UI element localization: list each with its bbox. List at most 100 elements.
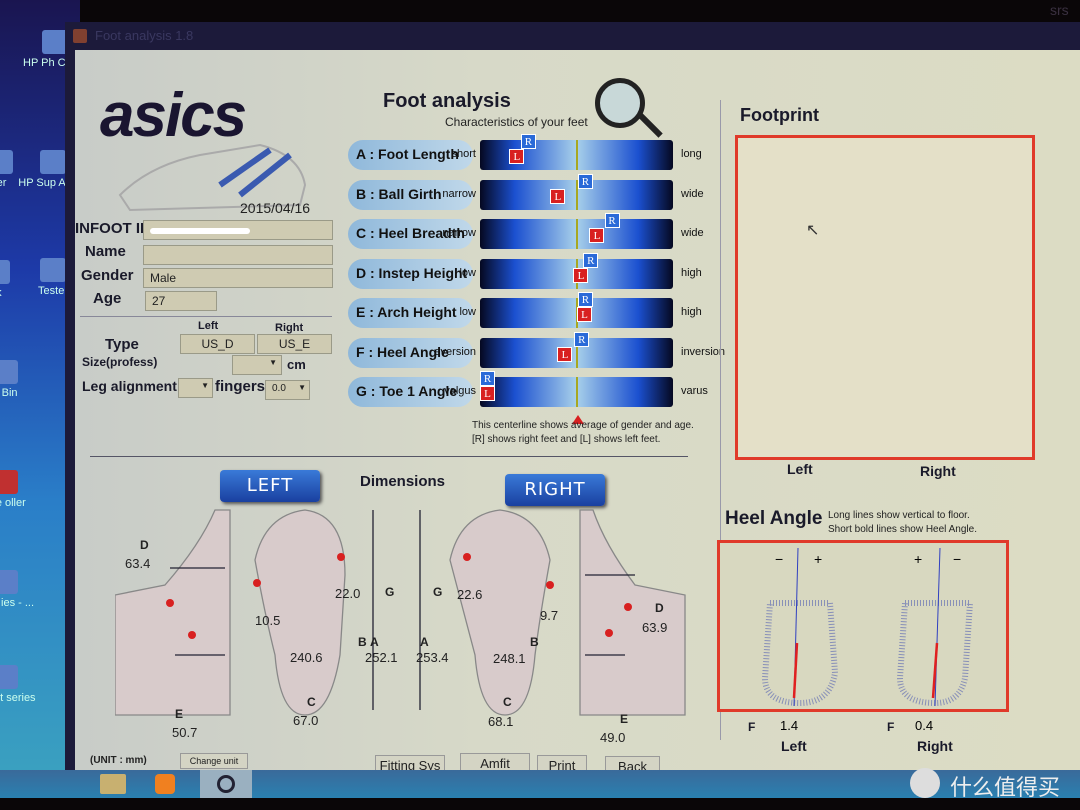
low-label: low [459, 306, 476, 318]
mouse-cursor-icon: ↖ [806, 222, 820, 239]
left-d-letter: D [140, 538, 149, 552]
right-f-label: F [887, 720, 895, 734]
right-foot-sole-outline [449, 509, 551, 716]
left-column-label: Left [198, 320, 219, 332]
heel-note-2: Short bold lines show Heel Angle. [828, 524, 977, 535]
right-d-value: 63.9 [642, 620, 668, 635]
desktop-icon-deskjet[interactable]: eskjet series [0, 665, 40, 705]
left-c-letter: C [307, 695, 316, 709]
left-foot-marker: L [589, 228, 605, 243]
divider [80, 316, 332, 317]
left-foot-marker: L [577, 307, 593, 322]
file-explorer-taskbar-icon[interactable] [100, 774, 126, 794]
left-foot-marker: L [573, 267, 589, 283]
right-toe5-value: 9.7 [540, 608, 559, 623]
magnifier-icon [217, 775, 235, 793]
average-centerline [576, 140, 578, 170]
analysis-row: F : Heel Angle eversion R L inversion [348, 331, 725, 372]
right-d-letter: D [655, 601, 664, 615]
scale-bar: R L [480, 213, 673, 249]
age-field[interactable]: 27 [145, 291, 217, 311]
low-label: narrow [442, 227, 476, 239]
left-a-letter: A [370, 635, 379, 649]
right-b-value: 248.1 [493, 651, 526, 666]
infoot-id-field[interactable] [143, 220, 333, 240]
fingers-label: fingers [215, 378, 266, 395]
right-foot-marker: R [583, 252, 599, 268]
heel-contours [761, 547, 974, 707]
right-foot-marker: R [520, 134, 536, 149]
app-icon [73, 29, 87, 43]
average-centerline [576, 219, 578, 249]
left-foot-marker: L [480, 386, 495, 401]
high-label: long [681, 148, 702, 160]
left-toe5-value: 10.5 [255, 613, 281, 628]
right-c-letter: C [503, 695, 512, 709]
right-foot-marker: R [480, 371, 495, 386]
analysis-row: B : Ball Girth narrow R L wide [348, 173, 708, 214]
right-a-value: 253.4 [416, 650, 449, 665]
right-e-value: 49.0 [600, 730, 626, 745]
marker-note: [R] shows right feet and [L] shows left … [472, 434, 661, 445]
heel-angle-title: Heel Angle [725, 508, 823, 529]
desktop-icon[interactable]: ase oller [0, 470, 40, 510]
left-foot-marker: L [550, 188, 566, 204]
right-g-value: 22.6 [457, 587, 483, 602]
footprint-canvas[interactable]: ↖ [735, 135, 1035, 460]
right-foot-button[interactable]: RIGHT [505, 474, 605, 506]
media-player-taskbar-icon[interactable] [155, 774, 175, 794]
left-e-letter: E [175, 707, 184, 721]
foot-analysis-taskbar-button[interactable] [200, 770, 252, 798]
type-left-field[interactable]: US_D [180, 334, 255, 354]
name-field[interactable] [143, 245, 333, 265]
watermark-logo-icon [910, 768, 940, 798]
corner-text: srs [1050, 2, 1069, 18]
scale-bar: R L [480, 252, 673, 289]
date: 2015/04/16 [240, 200, 311, 216]
infoot-id-label: INFOOT ID [75, 220, 151, 237]
high-label: high [681, 306, 702, 318]
desktop-icon[interactable]: p for ies - ... [0, 570, 40, 610]
size-label: Size(profess) [82, 355, 158, 369]
title-bar[interactable]: Foot analysis 1.8 [65, 22, 1080, 50]
right-e-letter: E [620, 712, 629, 726]
right-column-label: Right [275, 322, 304, 334]
leg-alignment-dropdown[interactable]: ▼ [178, 378, 213, 398]
unit-label: (UNIT : mm) [90, 755, 147, 766]
analysis-bars: A : Foot Length short R L long B : Ball G… [348, 134, 725, 440]
change-unit-button[interactable]: Change unit [180, 753, 248, 769]
analysis-row: C : Heel Breadth narrow R L wide [348, 213, 708, 253]
scale-bar: R L [480, 134, 673, 170]
footprint-title: Footprint [740, 105, 819, 125]
analysis-row: E : Arch Height low R L high [348, 292, 708, 332]
right-foot-marker: R [577, 292, 593, 307]
right-foot-marker: R [604, 213, 620, 228]
low-label: low [459, 266, 476, 279]
low-label: eversion [434, 345, 476, 358]
high-label: inversion [681, 345, 726, 358]
high-label: varus [681, 385, 708, 397]
row-label: D : Instep Height [348, 258, 473, 289]
analysis-row: G : Toe 1 Angle valgus R L varus [348, 371, 708, 411]
left-b-value: 240.6 [290, 650, 323, 665]
centerline-note: This centerline shows average of gender … [472, 420, 694, 431]
desktop-icon-recycle-bin[interactable]: e Bin [0, 360, 40, 400]
magnifier-handle [637, 112, 663, 138]
scale-bar: R L [480, 331, 673, 368]
divider [90, 456, 688, 457]
size-dropdown[interactable]: ▼ [232, 355, 282, 375]
leg-alignment-label: Leg alignment [82, 378, 177, 394]
window-title: Foot analysis 1.8 [95, 28, 194, 43]
right-c-value: 68.1 [488, 714, 514, 729]
right-g-letter: G [433, 585, 443, 599]
foot-diagrams [115, 509, 686, 716]
gender-field[interactable]: Male [143, 268, 333, 288]
high-label: high [681, 266, 702, 279]
left-foot-button[interactable]: LEFT [220, 470, 320, 502]
left-foot-marker: L [557, 346, 573, 362]
left-d-value: 63.4 [125, 556, 151, 571]
type-right-field[interactable]: US_E [257, 334, 332, 354]
fingers-dropdown[interactable]: 0.0 ▼ [265, 380, 310, 400]
analysis-row: A : Foot Length short R L long [348, 134, 708, 174]
client-area: asics 2015/04/16 INFOOT ID Name Gender M… [75, 50, 1080, 776]
